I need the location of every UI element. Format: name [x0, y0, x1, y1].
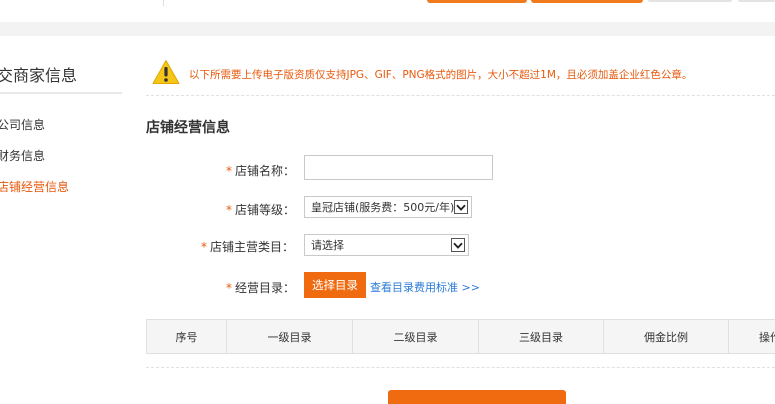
catalog-table-header: 序号 一级目录 二级目录 三级目录 佣金比例 操作	[146, 319, 775, 354]
sidebar-item-finance-info[interactable]: 财务信息	[0, 147, 45, 164]
main-category-label-text: 店铺主营类目：	[210, 240, 295, 254]
store-name-label-text: 店铺名称：	[235, 164, 296, 178]
top-gray-button-1[interactable]	[648, 0, 732, 2]
store-name-label: * 店铺名称：	[226, 162, 295, 179]
column-header-actions: 操作	[728, 320, 775, 353]
notice-divider	[146, 95, 775, 96]
store-level-select[interactable]: 皇冠店铺(服务费：500元/年)	[304, 196, 472, 218]
catalog-fee-standard-link[interactable]: 查看目录费用标准 >>	[370, 279, 480, 295]
section-title: 店铺经营信息	[146, 120, 230, 136]
upload-notice-text: 以下所需要上传电子版资质仅支持JPG、GIF、PNG格式的图片，大小不超过1M，…	[189, 69, 693, 81]
submit-button[interactable]	[388, 390, 566, 404]
store-name-input[interactable]	[304, 155, 493, 180]
main-category-label: * 店铺主营类目：	[201, 238, 294, 255]
required-mark: *	[226, 203, 232, 217]
header-separator-band	[0, 22, 775, 36]
sidebar-title-underline	[0, 92, 122, 94]
column-header-level2: 二级目录	[352, 320, 478, 353]
top-orange-button-1[interactable]	[427, 0, 527, 3]
top-bar	[0, 0, 775, 22]
table-bottom-divider	[146, 367, 775, 368]
store-level-label: * 店铺等级：	[226, 201, 295, 218]
column-header-commission: 佣金比例	[603, 320, 728, 353]
catalog-label-text: 经营目录：	[235, 281, 296, 295]
column-header-level1: 一级目录	[226, 320, 352, 353]
chevron-down-icon[interactable]	[451, 238, 465, 252]
sidebar-title: 交商家信息	[0, 66, 78, 85]
main-category-value: 请选择	[311, 239, 344, 252]
chevron-down-icon[interactable]	[454, 200, 468, 214]
sidebar-item-company-info[interactable]: 公司信息	[0, 116, 45, 133]
column-header-level3: 三级目录	[478, 320, 603, 353]
store-level-value: 皇冠店铺(服务费：500元/年)	[311, 201, 455, 214]
top-divider	[163, 0, 164, 6]
sidebar-item-store-operation-info[interactable]: 店铺经营信息	[0, 178, 69, 195]
required-mark: *	[201, 240, 207, 254]
choose-catalog-button[interactable]: 选择目录	[304, 272, 366, 298]
top-orange-button-2[interactable]	[531, 0, 643, 3]
main-category-select[interactable]: 请选择	[304, 234, 469, 256]
catalog-label: * 经营目录：	[226, 279, 295, 296]
column-header-index: 序号	[146, 320, 226, 353]
required-mark: *	[226, 281, 232, 295]
store-level-label-text: 店铺等级：	[235, 203, 296, 217]
top-gray-button-2[interactable]	[738, 0, 775, 2]
required-mark: *	[226, 164, 232, 178]
warning-icon	[152, 59, 180, 85]
